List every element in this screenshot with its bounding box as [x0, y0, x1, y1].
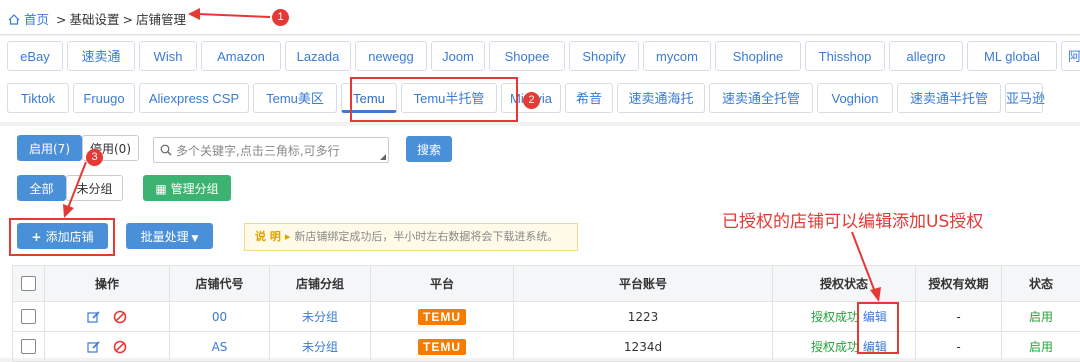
breadcrumb-home[interactable]: 首页	[8, 12, 53, 27]
platform-tab[interactable]: ML global	[967, 41, 1057, 71]
store-table: 操作 店铺代号 店铺分组 平台 平台账号 授权状态 授权有效期 状态 00 未分…	[12, 265, 1080, 362]
store-group[interactable]: 未分组	[270, 302, 371, 332]
platform-tab[interactable]: mycom	[643, 41, 711, 71]
platform-tab[interactable]: 速卖通海托	[617, 83, 705, 113]
status-badge: 启用	[1002, 302, 1080, 332]
platform-tab[interactable]: Aliexpress CSP	[139, 83, 249, 113]
temu-logo: TEMU	[418, 339, 466, 355]
col-platform-account: 平台账号	[514, 266, 773, 302]
platform-account: 1234d	[514, 332, 773, 362]
annotation-box-add-store	[9, 218, 115, 256]
manage-groups-button[interactable]: ▦ 管理分组	[143, 175, 231, 201]
notice-label: 说 明	[245, 230, 281, 243]
col-status: 状态	[1002, 266, 1080, 302]
platform-tab[interactable]: 速卖通	[67, 41, 135, 71]
platform-tab[interactable]: Shopify	[569, 41, 639, 71]
select-all-checkbox[interactable]	[21, 276, 36, 291]
annotation-badge-2: 2	[523, 92, 540, 109]
table-row: AS 未分组 TEMU 1234d 授权成功 编辑 - 启用	[13, 332, 1080, 362]
home-icon	[8, 14, 20, 25]
col-store-group: 店铺分组	[270, 266, 371, 302]
platform-tab[interactable]: Joom	[431, 41, 485, 71]
temu-logo: TEMU	[418, 309, 466, 325]
status-badge: 启用	[1002, 332, 1080, 362]
row-checkbox[interactable]	[21, 309, 36, 324]
platform-tab[interactable]: 阿里	[1061, 41, 1080, 71]
top-bar: 首页 >基础设置>店铺管理	[0, 0, 1080, 35]
main-panel: 启用(7) 停用(0) 搜索 全部 未分组 ▦ 管理分组 + 添加店铺 批量处理…	[0, 126, 1080, 358]
org-chart-icon: ▦	[155, 182, 170, 196]
notice-arrow-icon: ▸	[281, 230, 295, 243]
auth-validity: -	[916, 332, 1002, 362]
col-platform: 平台	[371, 266, 514, 302]
table-header-row: 操作 店铺代号 店铺分组 平台 平台账号 授权状态 授权有效期 状态	[13, 266, 1080, 302]
platform-tab[interactable]: Shopee	[489, 41, 565, 71]
annotation-badge-1: 1	[272, 9, 289, 26]
select-all-cell	[13, 266, 45, 302]
breadcrumb: 首页 >基础设置>店铺管理	[8, 9, 186, 28]
platform-tab[interactable]: newegg	[355, 41, 427, 71]
col-auth-validity: 授权有效期	[916, 266, 1002, 302]
search-icon	[160, 144, 172, 156]
auth-status: 授权成功	[811, 340, 859, 354]
store-code[interactable]: 00	[170, 302, 270, 332]
edit-icon[interactable]	[87, 310, 101, 324]
notice-banner: 说 明▸新店铺绑定成功后，半小时左右数据将会下载进系统。	[244, 223, 578, 251]
caret-down-icon: ▼	[189, 234, 199, 244]
annotation-note: 已授权的店铺可以编辑添加US授权	[722, 207, 983, 232]
platform-tab[interactable]: 速卖通半托管	[897, 83, 1001, 113]
row-checkbox[interactable]	[21, 339, 36, 354]
platform-tab[interactable]: eBay	[7, 41, 63, 71]
platform-tab[interactable]: Voghion	[817, 83, 893, 113]
platform-tab[interactable]: Shopline	[715, 41, 801, 71]
auth-validity: -	[916, 302, 1002, 332]
multiline-toggle-icon[interactable]	[380, 154, 386, 160]
annotation-box-edit-links	[857, 302, 899, 354]
col-auth-status: 授权状态	[773, 266, 916, 302]
edit-icon[interactable]	[87, 340, 101, 354]
search-button[interactable]: 搜索	[406, 136, 452, 162]
annotation-box-temu-tabs	[350, 77, 518, 122]
search-input[interactable]	[174, 141, 378, 161]
platform-tab[interactable]: 希音	[565, 83, 613, 113]
batch-process-button[interactable]: 批量处理 ▼	[126, 223, 213, 249]
auth-status: 授权成功	[811, 310, 859, 324]
platform-tab[interactable]: 亚马逊	[1005, 83, 1043, 113]
filter-enabled-button[interactable]: 启用(7)	[17, 135, 82, 161]
platform-tab[interactable]: Thisshop	[805, 41, 885, 71]
platform-tab[interactable]: Lazada	[285, 41, 351, 71]
store-group[interactable]: 未分组	[270, 332, 371, 362]
platform-tab[interactable]: Wish	[139, 41, 197, 71]
platform-tab[interactable]: Amazon	[201, 41, 281, 71]
notice-text: 新店铺绑定成功后，半小时左右数据将会下载进系统。	[294, 230, 558, 243]
platform-tab[interactable]: Tiktok	[7, 83, 69, 113]
platform-tab[interactable]: Temu美区	[253, 83, 337, 113]
platform-tab[interactable]: 速卖通全托管	[709, 83, 813, 113]
platform-account: 1223	[514, 302, 773, 332]
platform-tabs-panel: eBay速卖通WishAmazonLazadaneweggJoomShopeeS…	[0, 36, 1080, 122]
disable-icon[interactable]	[113, 340, 127, 354]
table-row: 00 未分组 TEMU 1223 授权成功 编辑 - 启用	[13, 302, 1080, 332]
col-store-code: 店铺代号	[170, 266, 270, 302]
search-box	[153, 137, 389, 163]
disable-icon[interactable]	[113, 310, 127, 324]
platform-tab[interactable]: allegro	[889, 41, 963, 71]
col-actions: 操作	[45, 266, 170, 302]
annotation-badge-3: 3	[86, 149, 103, 166]
breadcrumb-level2[interactable]: 基础设置	[69, 12, 119, 27]
group-all-button[interactable]: 全部	[17, 175, 66, 201]
store-code[interactable]: AS	[170, 332, 270, 362]
breadcrumb-current: 店铺管理	[136, 12, 186, 27]
platform-tab[interactable]: Fruugo	[73, 83, 135, 113]
group-ungrouped-button[interactable]: 未分组	[66, 175, 123, 201]
